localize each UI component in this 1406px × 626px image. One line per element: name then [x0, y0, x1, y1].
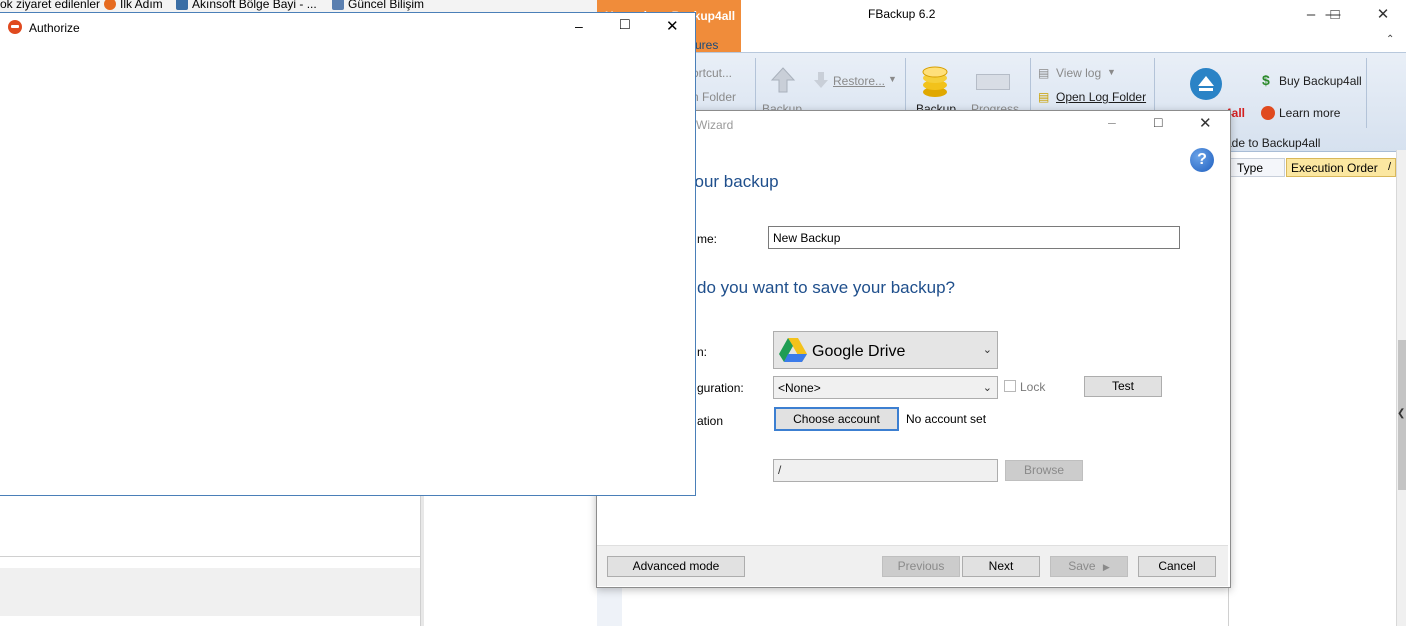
section-heading: do you want to save your backup? — [697, 278, 955, 297]
site-icon — [176, 0, 188, 10]
maximize-button[interactable]: □ — [1154, 114, 1162, 130]
configuration-label: guration: — [697, 381, 744, 395]
lock-checkbox[interactable] — [1004, 380, 1016, 392]
backup4all-icon — [1190, 68, 1222, 100]
account-status: No account set — [906, 412, 987, 426]
previous-button[interactable]: Previous — [882, 556, 960, 577]
upload-icon — [770, 66, 796, 94]
location-dropdown[interactable]: Google Drive ⌄ — [773, 331, 998, 369]
location-value: Google Drive — [812, 343, 906, 360]
configuration-value: <None> — [778, 381, 821, 395]
bookmark-ilk-adim[interactable]: İlk Adım — [104, 0, 163, 11]
choose-account-button[interactable]: Choose account — [774, 407, 899, 431]
name-label: me: — [697, 232, 718, 246]
upgrade-to-backup4all-label: ade to Backup4all — [1225, 136, 1321, 150]
bookmark-guncel-bilisim[interactable]: Güncel Bilişim — [332, 0, 424, 11]
open-log-folder-button[interactable]: Open Log Folder — [1056, 90, 1146, 104]
chevron-down-icon: ⌄ — [982, 344, 992, 356]
status-strip — [0, 568, 420, 616]
cancel-button[interactable]: Cancel — [1138, 556, 1216, 577]
bookmarks-bar: ok ziyaret edilenler İlk Adım Akınsoft B… — [0, 0, 600, 12]
configuration-dropdown[interactable]: <None> ⌄ — [773, 376, 998, 399]
path-field[interactable]: / — [773, 459, 998, 482]
authorize-window — [0, 12, 696, 496]
progress-icon — [976, 74, 1010, 90]
window-title: FBackup 6.2 — [868, 7, 936, 21]
minimize-button[interactable]: – — [575, 18, 583, 34]
authorize-title: Authorize — [29, 21, 80, 35]
test-button[interactable]: Test — [1084, 376, 1162, 397]
background-pane — [424, 496, 610, 626]
save-label: Save — [1068, 559, 1096, 573]
backup-jobs-grid — [1228, 158, 1397, 626]
next-button[interactable]: Next — [962, 556, 1040, 577]
lock-label: Lock — [1020, 380, 1046, 394]
site-icon — [332, 0, 344, 10]
browse-button[interactable]: Browse — [1005, 460, 1083, 481]
google-drive-icon — [779, 338, 807, 362]
bookmark-akinsoft[interactable]: Akınsoft Bölge Bayi - ... — [176, 0, 317, 11]
chevron-down-icon: ▼ — [1107, 67, 1116, 77]
close-button[interactable]: ✕ — [1360, 0, 1406, 30]
tab-sublabel: ures — [695, 38, 719, 52]
column-header-execution-order[interactable]: Execution Order / — [1286, 158, 1396, 177]
advanced-mode-button[interactable]: Advanced mode — [607, 556, 745, 577]
view-log-button[interactable]: View log — [1056, 66, 1101, 80]
log-icon: ▤ — [1038, 66, 1050, 80]
close-button[interactable]: ✕ — [1199, 114, 1212, 132]
download-icon — [814, 72, 828, 88]
save-button[interactable]: Save ▶ — [1050, 556, 1128, 577]
maximize-button[interactable]: □ — [620, 16, 630, 34]
restore-button[interactable]: Restore... — [833, 74, 885, 88]
maximize-button[interactable]: □ — [1312, 0, 1358, 30]
dollar-icon: $ — [1262, 72, 1270, 88]
chevron-down-icon: ▼ — [888, 74, 897, 84]
create-shortcut-button[interactable]: ortcut... — [692, 66, 732, 80]
collapse-panel-icon[interactable]: ❮ — [1397, 408, 1405, 419]
ribbon-tab-strip — [741, 30, 1406, 52]
close-button[interactable]: ✕ — [666, 17, 679, 35]
column-header-label: Execution Order — [1291, 161, 1378, 175]
learn-more-button[interactable]: Learn more — [1279, 106, 1340, 120]
location-label: n: — [697, 345, 708, 359]
divider — [0, 556, 420, 557]
app-icon — [8, 20, 22, 34]
help-icon[interactable]: ? — [1190, 148, 1214, 172]
learn-more-icon — [1261, 106, 1275, 120]
section-heading: your backup — [686, 172, 779, 191]
authentication-label: ation — [697, 414, 724, 428]
chevron-down-icon: ⌄ — [982, 382, 992, 394]
sort-icon: / — [1387, 161, 1391, 173]
background-browser-area — [0, 496, 420, 626]
wizard-title: Wizard — [696, 118, 734, 132]
buy-backup4all-button[interactable]: Buy Backup4all — [1279, 74, 1362, 88]
chevron-right-icon: ▶ — [1102, 562, 1110, 572]
coins-icon — [920, 66, 950, 98]
ribbon-separator — [1366, 58, 1367, 128]
open-folder-button[interactable]: n Folder — [692, 90, 736, 104]
collapse-ribbon-icon[interactable]: ⌃ — [1386, 34, 1394, 45]
firefox-icon — [104, 0, 116, 10]
column-header-type[interactable]: Type — [1230, 158, 1285, 177]
bookmark-most-visited[interactable]: ok ziyaret edilenler — [0, 0, 100, 11]
vertical-scrollbar[interactable] — [1396, 150, 1406, 626]
minimize-button[interactable]: – — [1108, 114, 1116, 130]
backup-name-input[interactable] — [768, 226, 1180, 249]
folder-icon: ▤ — [1038, 90, 1050, 104]
